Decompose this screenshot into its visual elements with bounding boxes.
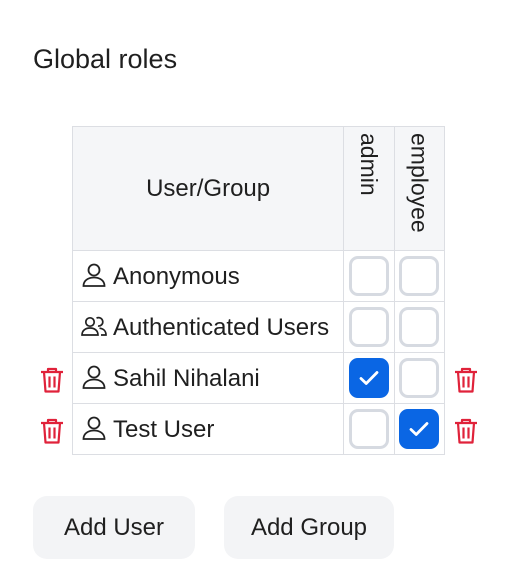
check-icon	[359, 371, 379, 385]
delete-row-right-trash-icon[interactable]	[453, 417, 479, 445]
user-group-header: User/Group	[71, 126, 345, 251]
role-checkbox-anonymous-admin[interactable]	[348, 256, 389, 296]
role-header-admin: admin	[343, 126, 395, 251]
table-row: Authenticated Users	[71, 301, 446, 353]
roles-table: User/Group admin employee Anonymous Auth…	[71, 126, 446, 455]
checkbox-cell	[343, 301, 395, 353]
delete-row-left-trash-icon[interactable]	[39, 366, 65, 394]
checkbox-cell	[393, 250, 446, 302]
add-group-button[interactable]: Add Group	[224, 496, 394, 559]
user-cell: Test User	[71, 403, 345, 455]
table-header-row: User/Group admin employee	[71, 126, 446, 251]
role-checkbox-testuser-admin[interactable]	[348, 409, 389, 449]
role-checkbox-sahil-employee[interactable]	[399, 358, 440, 398]
table-row: Sahil Nihalani	[71, 352, 446, 404]
role-checkbox-testuser-employee[interactable]	[399, 409, 440, 449]
user-name: Sahil Nihalani	[113, 365, 260, 392]
checkbox-cell	[393, 352, 446, 404]
user-icon	[80, 414, 108, 442]
user-cell: Anonymous	[71, 250, 345, 302]
add-user-button[interactable]: Add User	[33, 496, 195, 559]
checkbox-cell	[393, 403, 446, 455]
delete-row-left-trash-icon[interactable]	[39, 417, 65, 445]
checkbox-cell	[343, 352, 395, 404]
table-row: Test User	[71, 403, 446, 455]
page-title: Global roles	[33, 44, 178, 74]
role-checkbox-authenticated-employee[interactable]	[399, 307, 440, 347]
checkbox-cell	[343, 250, 395, 302]
role-label-employee: employee	[406, 133, 433, 233]
user-name: Authenticated Users	[113, 314, 330, 341]
user-icon	[80, 363, 108, 391]
table-row: Anonymous	[71, 250, 446, 302]
role-checkbox-anonymous-employee[interactable]	[399, 256, 440, 296]
role-checkbox-sahil-admin[interactable]	[348, 358, 389, 398]
group-icon	[80, 312, 108, 340]
check-icon	[409, 422, 429, 436]
user-cell: Authenticated Users	[71, 301, 345, 353]
checkbox-cell	[343, 403, 395, 455]
role-label-admin: admin	[355, 133, 382, 196]
user-name: Anonymous	[113, 263, 240, 290]
checkbox-cell	[393, 301, 446, 353]
user-icon	[80, 261, 108, 289]
role-header-employee: employee	[393, 126, 446, 251]
user-name: Test User	[113, 416, 215, 443]
role-checkbox-authenticated-admin[interactable]	[348, 307, 389, 347]
user-cell: Sahil Nihalani	[71, 352, 345, 404]
delete-row-right-trash-icon[interactable]	[453, 366, 479, 394]
